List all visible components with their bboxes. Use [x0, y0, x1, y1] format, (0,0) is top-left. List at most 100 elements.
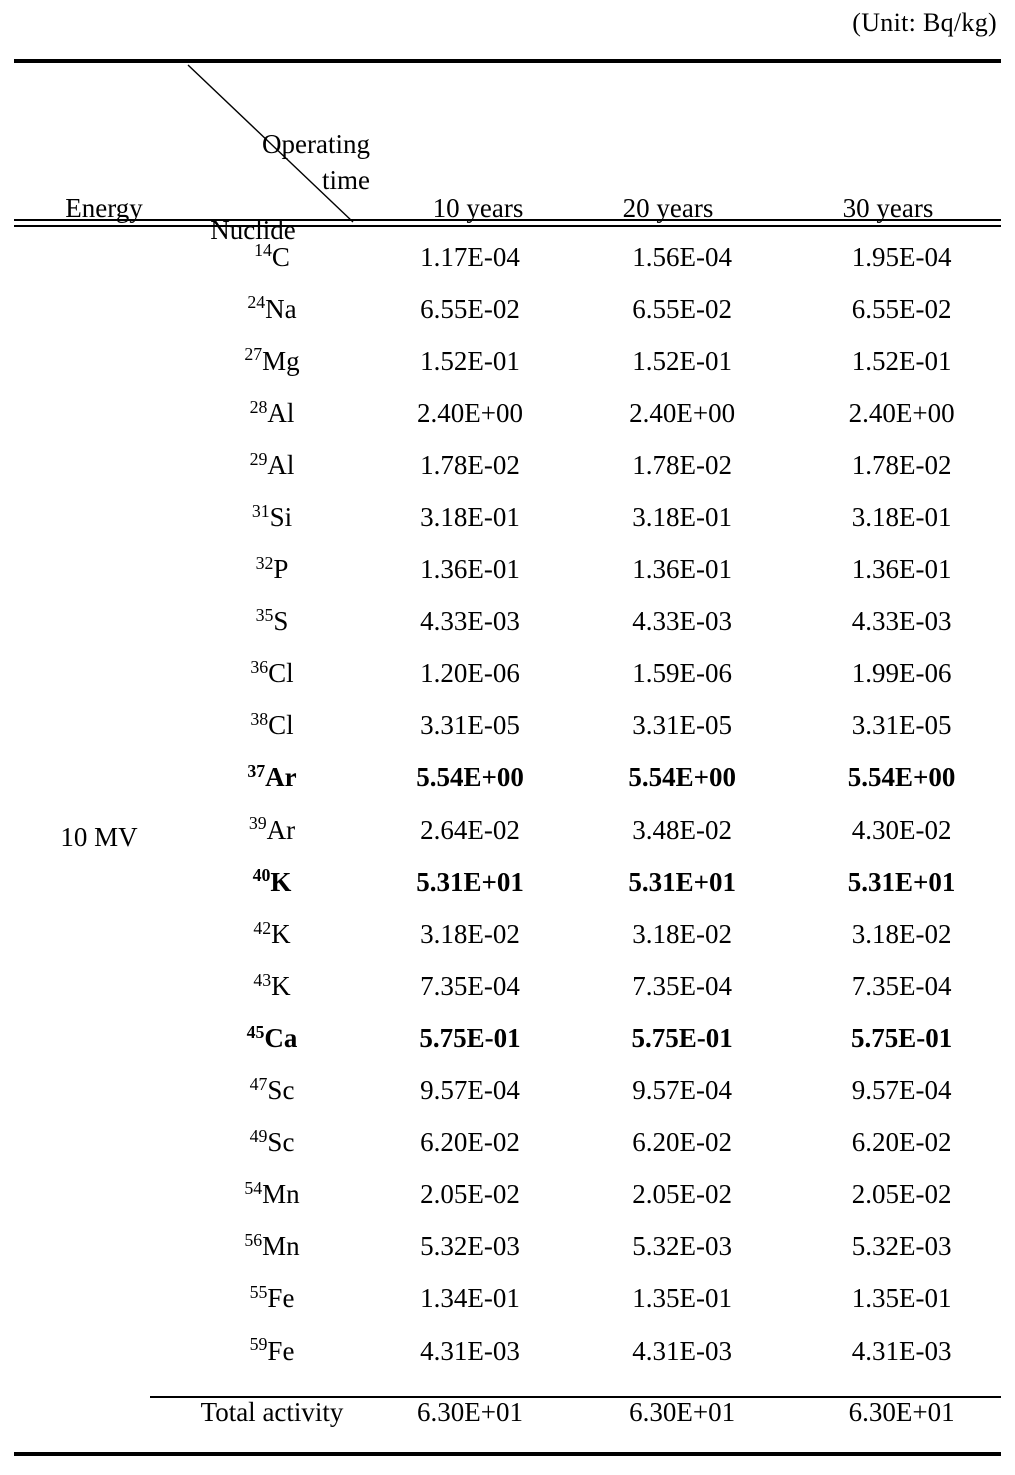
activity-value-10-years: 2.40E+00	[417, 397, 524, 428]
table-row: 43K 7.35E-04 7.35E-04 7.35E-04	[0, 960, 1015, 1012]
activity-value-20-years: 6.55E-02	[632, 293, 733, 324]
row-energy-cell	[0, 700, 180, 752]
total-activity-value-20-years: 6.30E+01	[629, 1396, 736, 1427]
table-row: 14C 1.17E-04 1.56E-04 1.95E-04	[0, 231, 1015, 283]
row-energy-cell	[0, 439, 180, 491]
spacer-cell	[788, 1377, 1015, 1384]
nuclide-mass-number: 49	[249, 1125, 268, 1146]
table-row: 40K 5.31E+01 5.31E+01 5.31E+01	[0, 856, 1015, 908]
activity-value-10-years: 2.64E-02	[420, 814, 520, 845]
row-energy-cell	[0, 283, 180, 335]
activity-value-20-years: 5.31E+01	[628, 866, 736, 897]
nuclide-mass-number: 59	[249, 1334, 268, 1355]
activity-value-10-years: 1.78E-02	[420, 449, 520, 480]
table-bottom-rule	[14, 1452, 1001, 1456]
row-energy-cell	[0, 231, 180, 283]
table-row: 49Sc 6.20E-02 6.20E-02 6.20E-02	[0, 1117, 1015, 1169]
nuclide-element-symbol: Fe	[267, 1335, 295, 1366]
activity-value-30-years: 1.99E-06	[851, 658, 952, 689]
nuclide-cell: 55Fe	[180, 1273, 364, 1325]
activity-value-20-years: 1.56E-04	[632, 241, 733, 272]
row-energy-cell	[0, 804, 180, 856]
spacer-cell	[180, 1377, 364, 1384]
activity-value-20-years: 5.32E-03	[632, 1231, 733, 1262]
nuclide-mass-number: 47	[249, 1073, 268, 1094]
table-row: 29Al 1.78E-02 1.78E-02 1.78E-02	[0, 439, 1015, 491]
table-row: 47Sc 9.57E-04 9.57E-04 9.57E-04	[0, 1065, 1015, 1117]
nuclide-cell: 32P	[180, 544, 364, 596]
total-activity-label: Total activity	[200, 1396, 344, 1427]
spacer-cell	[364, 1377, 576, 1384]
nuclide-element-symbol: Al	[267, 449, 295, 480]
nuclide-cell: 29Al	[180, 439, 364, 491]
activity-value-30-years: 1.78E-02	[851, 449, 952, 480]
table-row: 54Mn 2.05E-02 2.05E-02 2.05E-02	[0, 1169, 1015, 1221]
nuclide-mass-number: 42	[253, 917, 272, 938]
activity-value-30-years: 3.18E-01	[851, 502, 952, 533]
nuclide-element-symbol: C	[271, 241, 290, 272]
nuclide-mass-number: 27	[244, 344, 263, 365]
nuclide-cell: 39Ar	[180, 804, 364, 856]
row-energy-cell	[0, 596, 180, 648]
row-energy-cell	[0, 1221, 180, 1273]
nuclide-element-symbol: Mn	[262, 1231, 300, 1262]
nuclide-cell: 42K	[180, 908, 364, 960]
activity-value-20-years: 6.20E-02	[632, 1127, 733, 1158]
activity-value-20-years: 1.52E-01	[632, 345, 733, 376]
activity-value-10-years: 4.33E-03	[420, 606, 520, 637]
activity-value-10-years: 4.31E-03	[420, 1335, 520, 1366]
nuclide-mass-number: 43	[253, 969, 272, 990]
nuclide-cell: 45Ca	[180, 1012, 364, 1064]
activity-value-20-years: 5.54E+00	[628, 762, 736, 793]
nuclide-mass-number: 56	[244, 1230, 263, 1251]
nuclide-element-symbol: K	[271, 918, 291, 949]
spacer-cell	[0, 1377, 180, 1384]
nuclide-mass-number: 39	[248, 813, 267, 834]
activity-value-30-years: 2.05E-02	[851, 1179, 952, 1210]
activity-value-20-years: 1.59E-06	[632, 658, 733, 689]
total-activity-value-30-years: 6.30E+01	[848, 1396, 955, 1427]
activity-value-30-years: 1.95E-04	[851, 241, 952, 272]
nuclide-mass-number: 55	[249, 1282, 268, 1303]
row-energy-cell	[0, 856, 180, 908]
activity-value-10-years: 6.20E-02	[420, 1127, 520, 1158]
row-energy-cell	[0, 1117, 180, 1169]
activity-value-10-years: 3.18E-01	[420, 502, 520, 533]
activity-value-10-years: 1.17E-04	[420, 241, 520, 272]
table-row: 45Ca 5.75E-01 5.75E-01 5.75E-01	[0, 1012, 1015, 1064]
nuclide-element-symbol: Mg	[262, 345, 300, 376]
activity-value-10-years: 3.18E-02	[420, 918, 520, 949]
activity-value-20-years: 9.57E-04	[632, 1075, 733, 1106]
activity-value-30-years: 5.32E-03	[851, 1231, 952, 1262]
nuclide-cell: 49Sc	[180, 1117, 364, 1169]
table-row: 39Ar 2.64E-02 3.48E-02 4.30E-02	[0, 804, 1015, 856]
table-row: 28Al 2.40E+00 2.40E+00 2.40E+00	[0, 387, 1015, 439]
row-energy-cell	[0, 491, 180, 543]
activity-value-20-years: 3.31E-05	[632, 710, 733, 741]
row-energy-cell	[0, 1012, 180, 1064]
nuclide-mass-number: 40	[252, 865, 271, 886]
activity-value-30-years: 1.52E-01	[851, 345, 952, 376]
table-row: 36Cl 1.20E-06 1.59E-06 1.99E-06	[0, 648, 1015, 700]
total-row-spacer	[0, 1377, 1015, 1384]
activity-value-30-years: 1.36E-01	[851, 554, 952, 585]
activity-value-10-years: 1.52E-01	[420, 345, 520, 376]
nuclide-mass-number: 24	[247, 292, 266, 313]
nuclide-mass-number: 54	[244, 1177, 263, 1198]
nuclide-mass-number: 14	[254, 240, 272, 261]
nuclide-cell: 38Cl	[180, 700, 364, 752]
activity-value-30-years: 2.40E+00	[848, 397, 955, 428]
spacer-cell	[576, 1377, 788, 1384]
activity-value-20-years: 4.33E-03	[632, 606, 733, 637]
activity-value-30-years: 7.35E-04	[851, 970, 952, 1001]
nuclide-cell: 14C	[180, 231, 364, 283]
row-energy-cell	[0, 1169, 180, 1221]
activity-value-10-years: 9.57E-04	[420, 1075, 520, 1106]
activity-value-30-years: 1.35E-01	[851, 1283, 952, 1314]
activity-value-10-years: 1.36E-01	[420, 554, 520, 585]
nuclide-cell: 36Cl	[180, 648, 364, 700]
row-energy-cell	[0, 648, 180, 700]
nuclide-cell: 40K	[180, 856, 364, 908]
header-operating-line1: Operating	[262, 129, 370, 159]
row-energy-cell	[0, 908, 180, 960]
